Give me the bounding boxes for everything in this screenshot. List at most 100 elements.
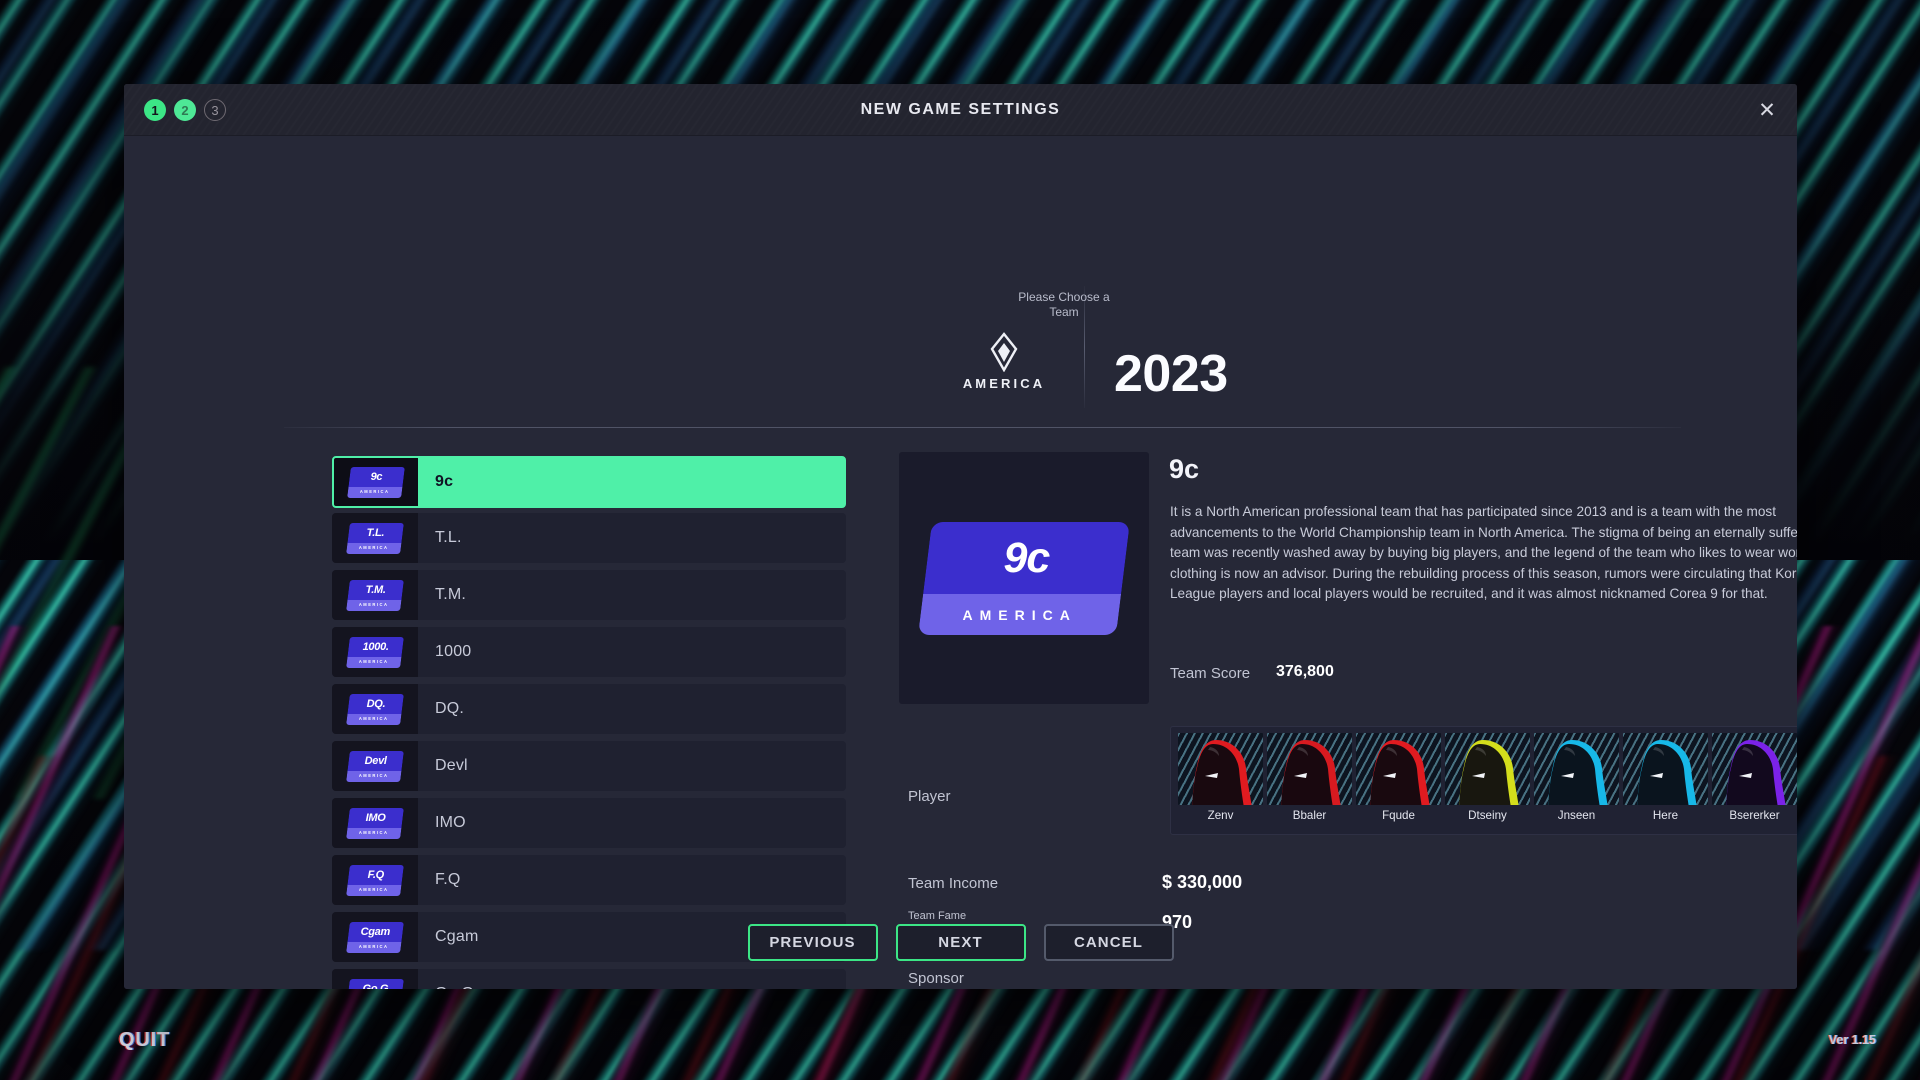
team-logo-cell: DQ. AMERICA (332, 684, 418, 734)
team-list-item-label: T.L. (435, 529, 462, 546)
team-logo-region: AMERICA (358, 601, 389, 607)
team-logo-cell: 1000. AMERICA (332, 627, 418, 677)
team-logo-large-text: 9c (1003, 533, 1050, 581)
version-label: Ver 1.15 (1828, 1033, 1876, 1047)
team-list-item[interactable]: T.L. AMERICA T.L. (332, 513, 846, 563)
team-logo-abbr: 9c (370, 470, 383, 482)
team-score-value: 376,800 (1276, 663, 1334, 680)
team-logo-bottom: AMERICA (346, 656, 402, 668)
player-name: Dtseiny (1468, 809, 1507, 822)
team-score-label: Team Score (1170, 665, 1251, 682)
team-list-item-label: 1000 (435, 643, 472, 660)
team-list-item-label: Devl (435, 757, 468, 774)
team-list-item[interactable]: IMO AMERICA IMO (332, 798, 846, 848)
team-logo-abbr: IMO (365, 811, 386, 823)
team-detail-name: 9c (1169, 454, 1200, 484)
diamond-chevron-icon (990, 332, 1018, 372)
team-logo-bottom: AMERICA (346, 542, 402, 554)
player-card[interactable]: Here (1623, 733, 1708, 822)
team-logo-region: AMERICA (358, 886, 389, 892)
player-card[interactable]: Dtseiny (1445, 733, 1530, 822)
team-list-item[interactable]: T.M. AMERICA T.M. (332, 570, 846, 620)
player-portrait (1178, 733, 1263, 805)
team-logo-abbr: Go.G (362, 982, 389, 989)
player-card[interactable]: Bbaler (1267, 733, 1352, 822)
player-name: Jnseen (1557, 809, 1596, 822)
team-logo-top: F.Q (347, 864, 404, 885)
dialog-footer: PREVIOUS NEXT CANCEL (124, 924, 1797, 961)
player-name: Bbaler (1292, 809, 1327, 822)
team-logo-region: AMERICA (358, 658, 389, 664)
sponsor-label: Sponsor (908, 970, 964, 987)
team-list-item[interactable]: F.Q AMERICA F.Q (332, 855, 846, 905)
player-portrait (1712, 733, 1797, 805)
team-list: 9c AMERICA 9c T.L. AMERICA T.L. T.M. AMERICA T.M… (332, 456, 846, 989)
team-fame-label-main: Team Fame (908, 910, 967, 922)
hooded-figure-icon (1192, 740, 1252, 805)
player-section-label: Player (908, 788, 951, 805)
dialog-header: 123 NEW GAME SETTINGS ✕ (124, 84, 1797, 136)
team-list-item-label: DQ. (435, 700, 465, 717)
team-logo-large-top: 9c (923, 521, 1130, 594)
team-logo-bottom: AMERICA (346, 827, 402, 839)
choose-team-prompt: Please Choose a Team (1018, 290, 1110, 319)
team-logo-abbr: Devl (364, 754, 387, 766)
season-header: Please Choose a Team AMERICA 2023 (124, 136, 1797, 428)
season-year: 2023 (1114, 345, 1228, 403)
hooded-figure-icon (1726, 740, 1786, 805)
previous-button[interactable]: PREVIOUS (747, 924, 878, 961)
player-card[interactable]: Jnseen (1534, 733, 1619, 822)
team-logo-icon: 1000. AMERICA (346, 636, 404, 668)
team-list-item[interactable]: 1000. AMERICA 1000 (332, 627, 846, 677)
team-logo-cell: IMO AMERICA (332, 798, 418, 848)
team-logo-cell: Devl AMERICA (332, 741, 418, 791)
team-logo-abbr: T.L. (366, 526, 385, 538)
team-logo-top: IMO (347, 807, 404, 828)
team-list-item-label: F.Q (435, 871, 461, 888)
cancel-button[interactable]: CANCEL (1043, 924, 1174, 961)
team-list-item[interactable]: Devl AMERICA Devl (332, 741, 846, 791)
team-logo-bottom: AMERICA (346, 884, 402, 896)
player-card[interactable]: Fqude (1356, 733, 1441, 822)
team-logo-region: AMERICA (358, 772, 389, 778)
player-name: Zenv (1207, 809, 1234, 822)
team-logo-bottom: AMERICA (346, 599, 402, 611)
player-portrait (1445, 733, 1530, 805)
team-list-item[interactable]: DQ. AMERICA DQ. (332, 684, 846, 734)
dialog-body: Please Choose a Team AMERICA 2023 9c AMER… (124, 136, 1797, 989)
team-list-item-label: 9c (435, 473, 454, 490)
team-logo-bottom: AMERICA (347, 486, 403, 498)
team-logo-top: T.L. (347, 522, 404, 543)
team-logo-top: 9c (348, 466, 405, 487)
team-logo-large: 9c AMERICA (918, 521, 1130, 635)
quit-button[interactable]: QUIT (119, 1029, 170, 1052)
player-name: Here (1652, 809, 1679, 822)
team-logo-large-region: AMERICA (962, 606, 1077, 622)
team-logo-region: AMERICA (358, 829, 389, 835)
next-button[interactable]: NEXT (895, 924, 1026, 961)
new-game-settings-dialog: 123 NEW GAME SETTINGS ✕ Please Choose a … (124, 84, 1797, 989)
team-logo-cell: Go.GAMERICA (332, 969, 418, 989)
header-divider (1084, 286, 1085, 408)
hooded-figure-icon (1548, 740, 1608, 805)
team-list-item[interactable]: 9c AMERICA 9c (332, 456, 846, 508)
team-logo-cell: F.Q AMERICA (332, 855, 418, 905)
header-rule (284, 427, 1681, 428)
team-logo-region: AMERICA (358, 715, 389, 721)
team-logo-abbr: DQ. (366, 697, 386, 709)
team-logo-cell: 9c AMERICA (334, 458, 418, 506)
close-icon[interactable]: ✕ (1751, 94, 1783, 126)
player-card[interactable]: Bsererker (1712, 733, 1797, 822)
dialog-title: NEW GAME SETTINGS (860, 101, 1061, 118)
hooded-figure-icon (1370, 740, 1430, 805)
player-card[interactable]: Zenv (1178, 733, 1263, 822)
team-list-item-label: T.M. (435, 586, 467, 603)
player-portrait (1534, 733, 1619, 805)
team-income-value: $ 330,000 (1162, 872, 1243, 892)
team-logo-bottom: AMERICA (346, 713, 402, 725)
team-logo-icon: T.M. AMERICA (346, 579, 404, 611)
team-logo-icon: IMO AMERICA (346, 807, 404, 839)
team-list-item[interactable]: Go.GAMERICAGo.G (332, 969, 846, 989)
player-name: Fqude (1382, 809, 1415, 822)
team-logo-region: AMERICA (359, 488, 390, 494)
